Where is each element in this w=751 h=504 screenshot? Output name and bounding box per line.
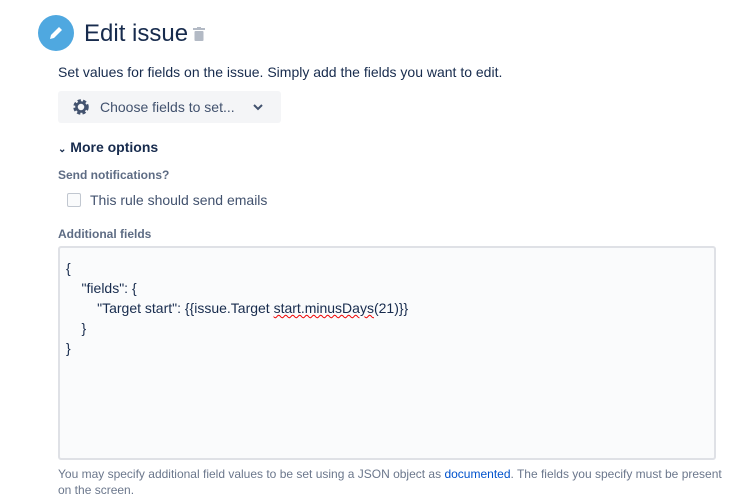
edit-issue-logo bbox=[38, 15, 74, 51]
send-notifications-label: Send notifications? bbox=[58, 168, 170, 182]
choose-fields-label: Choose fields to set... bbox=[100, 99, 235, 115]
trash-icon bbox=[193, 27, 205, 41]
additional-fields-label: Additional fields bbox=[58, 227, 152, 241]
gear-icon bbox=[73, 99, 89, 115]
page-title: Edit issue bbox=[84, 20, 189, 47]
chevron-down-icon bbox=[252, 104, 263, 111]
send-emails-label[interactable]: This rule should send emails bbox=[90, 192, 267, 208]
send-emails-checkbox[interactable] bbox=[67, 193, 81, 207]
code-line: } bbox=[66, 340, 71, 356]
code-line: "fields": { bbox=[66, 280, 137, 296]
documented-link[interactable]: documented bbox=[444, 467, 510, 481]
more-options-toggle[interactable]: ⌄ More options bbox=[58, 139, 158, 155]
choose-fields-dropdown[interactable]: Choose fields to set... bbox=[58, 91, 281, 123]
pencil-icon bbox=[50, 27, 62, 39]
code-line: { bbox=[66, 260, 71, 276]
spellcheck-word: start.minusDays bbox=[273, 300, 374, 316]
help-text-before: You may specify additional field values … bbox=[58, 467, 445, 481]
code-line: "Target start": {{issue.Target start.min… bbox=[66, 298, 708, 318]
description: Set values for fields on the issue. Simp… bbox=[58, 64, 503, 80]
help-text: You may specify additional field values … bbox=[58, 466, 728, 498]
more-options-label: More options bbox=[70, 139, 159, 155]
code-text: (21)}} bbox=[373, 300, 409, 316]
code-line: } bbox=[66, 320, 87, 336]
chevron-down-icon: ⌄ bbox=[58, 144, 67, 155]
delete-button[interactable] bbox=[193, 27, 205, 46]
additional-fields-textarea[interactable]: { "fields": { "Target start": {{issue.Ta… bbox=[58, 246, 716, 460]
code-text: "Target start": {{issue.Target bbox=[66, 300, 274, 316]
